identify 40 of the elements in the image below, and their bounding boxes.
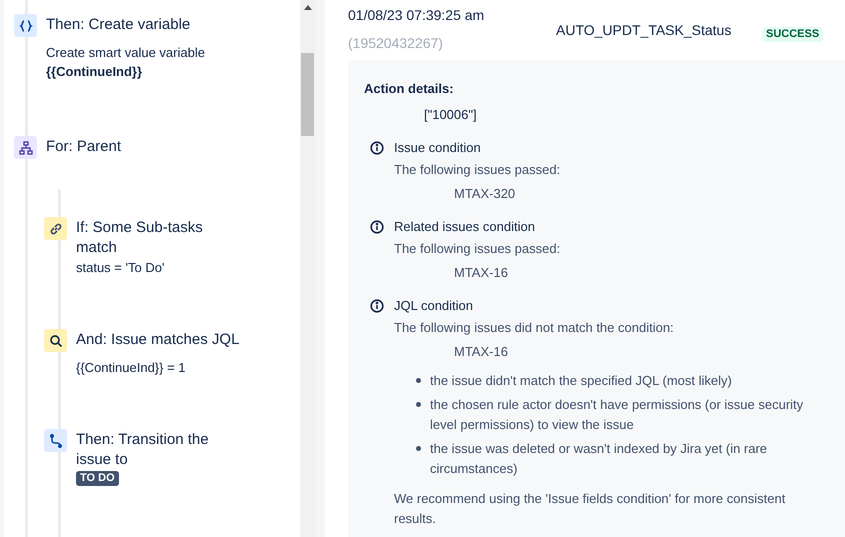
execution-id: (19520432267)	[348, 34, 444, 52]
condition-title: Related issues condition	[394, 218, 535, 236]
info-icon	[370, 299, 384, 313]
status-lozenge: TO DO	[76, 471, 119, 486]
scrollbar[interactable]	[300, 0, 316, 537]
step-title: If: Some Sub-tasks match	[76, 218, 204, 258]
hierarchy-icon	[14, 136, 37, 159]
bullet-icon	[416, 446, 421, 451]
bullet-icon	[416, 402, 421, 407]
status-lozenge: SUCCESS	[762, 27, 824, 42]
reason-text: the issue didn't match the specified JQL (most likely)	[430, 372, 732, 390]
step-title: For: Parent	[46, 137, 122, 157]
step-detail: status = 'To Do'	[76, 259, 166, 277]
issue-key: MTAX-16	[454, 264, 508, 282]
issue-key: MTAX-320	[454, 185, 516, 203]
reason-text: the issue was deleted or wasn't indexed by Jira yet (in rare circumstances)	[430, 440, 768, 478]
recommendation-text: We recommend using the 'Issue fields condition' for more consistent results.	[394, 490, 786, 528]
info-icon	[370, 141, 384, 155]
step-description: Create smart value variable	[46, 44, 206, 62]
search-icon	[44, 329, 67, 352]
issue-key: MTAX-16	[454, 343, 508, 361]
step-detail: {{ContinueInd}} = 1	[76, 359, 187, 377]
details-heading: Action details:	[364, 80, 454, 98]
step-title: And: Issue matches JQL	[76, 330, 240, 350]
condition-message: The following issues did not match the condition:	[394, 319, 674, 337]
braces-icon	[14, 14, 37, 37]
link-icon	[44, 217, 67, 240]
bullet-icon	[416, 378, 421, 383]
path-icon	[44, 429, 67, 452]
details-value: ["10006"]	[424, 106, 477, 124]
condition-message: The following issues passed:	[394, 240, 560, 258]
condition-title: Issue condition	[394, 139, 481, 157]
info-icon	[370, 220, 384, 234]
timestamp: 01/08/23 07:39:25 am	[348, 6, 486, 24]
condition-title: JQL condition	[394, 297, 474, 315]
step-title: Then: Transition the issue to	[76, 430, 210, 470]
condition-message: The following issues passed:	[394, 161, 560, 179]
rule-name: AUTO_UPDT_TASK_Status	[556, 21, 732, 40]
variable-name: {{ContinueInd}}	[46, 63, 144, 81]
step-title: Then: Create variable	[46, 15, 192, 35]
